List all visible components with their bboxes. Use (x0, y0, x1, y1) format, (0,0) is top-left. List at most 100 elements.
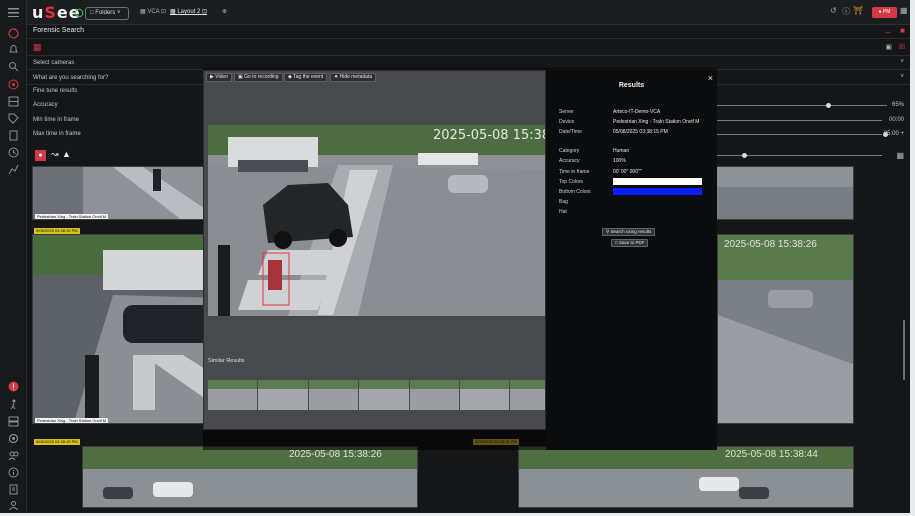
record-icon[interactable] (8, 28, 19, 39)
calendar-icon[interactable]: ▦ (33, 42, 42, 53)
results-title: Results (618, 82, 645, 89)
server-icon[interactable] (8, 416, 19, 427)
tab-layout-2[interactable]: ▦ Layout 2 ⊡ (170, 8, 207, 15)
video-button[interactable]: ▶ Video (206, 73, 232, 82)
settings-icon[interactable] (8, 433, 19, 444)
user-walk-icon[interactable] (8, 399, 19, 410)
scrollbar[interactable] (903, 320, 905, 380)
server-label: Server (559, 109, 574, 115)
user-badge[interactable]: ● PM (872, 7, 897, 18)
tag-event-button[interactable]: ◆ Tag the event (284, 73, 328, 82)
save-to-pdf-button[interactable]: □ Save to PDF (611, 239, 649, 247)
similar-thumb[interactable] (460, 380, 510, 410)
running-person-icon[interactable]: ↝ (51, 149, 59, 160)
similar-thumb[interactable] (308, 380, 359, 410)
result-thumb-bottom-left[interactable]: 2025-05-08 15:38:26 (82, 446, 418, 508)
bottom-colors-label: Bottom Colors (559, 189, 591, 195)
share-icon[interactable]: ↔ (884, 27, 892, 36)
server-value: Arteco-IT-Demo-VCA (613, 109, 661, 115)
tab-vca[interactable]: ▦ VCA ⊡ (140, 8, 166, 15)
search-icon[interactable] (8, 61, 19, 72)
osd-timestamp: 2025-05-08 15:38:26 (724, 239, 817, 250)
osd-timestamp: 2025-05-08 15:38:26 (289, 449, 382, 460)
osd-timestamp: 2025-05-08 15:38:44 (725, 449, 818, 460)
app-window: uSee □ Folders ˅ ▦ VCA ⊡ ▦ Layout 2 ⊡ ⊕ … (0, 0, 910, 513)
go-to-recording-button[interactable]: ▣ Go to recording (234, 73, 283, 82)
device-label: Device (559, 119, 575, 125)
select-cameras-label: Select cameras (33, 60, 75, 66)
fine-tune-label: Fine tune results (33, 88, 78, 94)
profile-icon[interactable] (8, 500, 19, 511)
clock-icon[interactable] (8, 147, 19, 158)
timestamp-label: 5/08/2025 03:38:15 PM (34, 439, 80, 445)
max-time-label: Max time in frame (33, 131, 81, 137)
apps-grid-icon[interactable]: ▦ (900, 6, 908, 19)
similar-results-label: Similar Results (208, 358, 245, 364)
max-time-slider[interactable] (717, 134, 882, 135)
add-tab-icon[interactable]: ⊕ (222, 8, 227, 15)
category-value: Human (613, 148, 630, 154)
min-time-slider[interactable] (717, 120, 882, 121)
toolbar-row: ▦ ▣ ☒ (27, 39, 910, 56)
tag-icon[interactable] (8, 113, 19, 124)
results-panel: × Results Server Arteco-IT-Demo-VCA Devi… (546, 70, 717, 450)
video-image (208, 125, 545, 316)
tab-close-icon[interactable]: ⊡ (159, 9, 166, 15)
grid-icon[interactable] (8, 96, 19, 107)
help-icon[interactable]: ⓘ (842, 6, 850, 19)
sync-icon[interactable]: ↺ (830, 6, 837, 19)
chevron-down-icon: ˅ (900, 74, 904, 80)
min-time-value: 00:00 (888, 117, 904, 123)
extra-slider-knob[interactable] (742, 153, 747, 158)
left-icon-rail (0, 0, 27, 513)
refresh-icon[interactable] (74, 8, 84, 18)
similar-thumb[interactable] (208, 380, 258, 410)
shirt-icon[interactable]: ▲ (62, 149, 71, 159)
result-thumb-mid-right[interactable]: 2025-05-08 15:38:26 (717, 234, 854, 424)
similar-thumb[interactable] (409, 380, 460, 410)
alert-icon[interactable] (8, 381, 19, 392)
accuracy-slider-knob[interactable] (825, 103, 831, 108)
chevron-down-icon: ˅ (116, 10, 121, 16)
menu-icon[interactable] (8, 8, 19, 17)
lock-icon[interactable]: ■ (900, 26, 905, 35)
hide-metadata-button[interactable]: ✷ Hide metadata (330, 73, 377, 82)
grid-toggle-icon[interactable]: ▦ (896, 151, 904, 160)
camera-label: Pedestrian Xing - Train Station Onvif M (35, 418, 109, 423)
datetime-label: Date/Time (559, 129, 582, 135)
info-icon[interactable] (8, 467, 19, 478)
chart-icon[interactable] (8, 164, 19, 175)
search-using-results-button[interactable]: ⚲ Search using results (602, 228, 656, 236)
export-icon[interactable]: ▣ (885, 43, 892, 51)
event-detail-modal: ▶ Video ▣ Go to recording ◆ Tag the even… (203, 70, 546, 430)
shield-icon[interactable]: ⛩ (853, 6, 863, 19)
document-icon[interactable] (8, 130, 19, 141)
datetime-value: 05/08/2025 03:38:15 PM (613, 129, 668, 135)
accuracy-label: Accuracy (559, 158, 580, 164)
min-time-label: Min time in frame (33, 117, 80, 123)
main-video-frame[interactable]: 2025-05-08 15:38:14 (208, 125, 545, 316)
similar-thumb[interactable] (510, 380, 546, 410)
similar-thumb[interactable] (359, 380, 409, 410)
bottom-color-swatch (613, 188, 702, 195)
result-thumb-bottom-right[interactable]: 2025-05-08 15:38:44 (518, 446, 854, 508)
similar-results-strip (208, 380, 546, 410)
similar-thumb[interactable] (258, 380, 308, 410)
chevron-down-icon: ˅ (900, 59, 904, 65)
category-label: Category (559, 148, 580, 154)
folder-icon: □ (90, 10, 94, 16)
bag-label: Bag (559, 199, 568, 205)
person-filter-icon[interactable]: ● (35, 150, 46, 161)
accuracy-label: Accuracy (33, 102, 58, 108)
forensic-icon[interactable] (8, 79, 19, 90)
close-panel-icon[interactable]: ☒ (899, 43, 905, 51)
bell-icon[interactable] (8, 44, 19, 55)
hat-label: Hat (559, 209, 567, 215)
time-in-frame-value: 00' 00" 000"" (613, 169, 642, 175)
report-icon[interactable] (8, 484, 19, 495)
accuracy-value: 100% (613, 158, 626, 164)
folders-dropdown[interactable]: □ Folders ˅ (85, 7, 129, 20)
tab-close-icon-2[interactable]: ⊡ (200, 9, 207, 15)
accuracy-slider[interactable] (717, 105, 887, 106)
users-icon[interactable] (8, 450, 19, 461)
